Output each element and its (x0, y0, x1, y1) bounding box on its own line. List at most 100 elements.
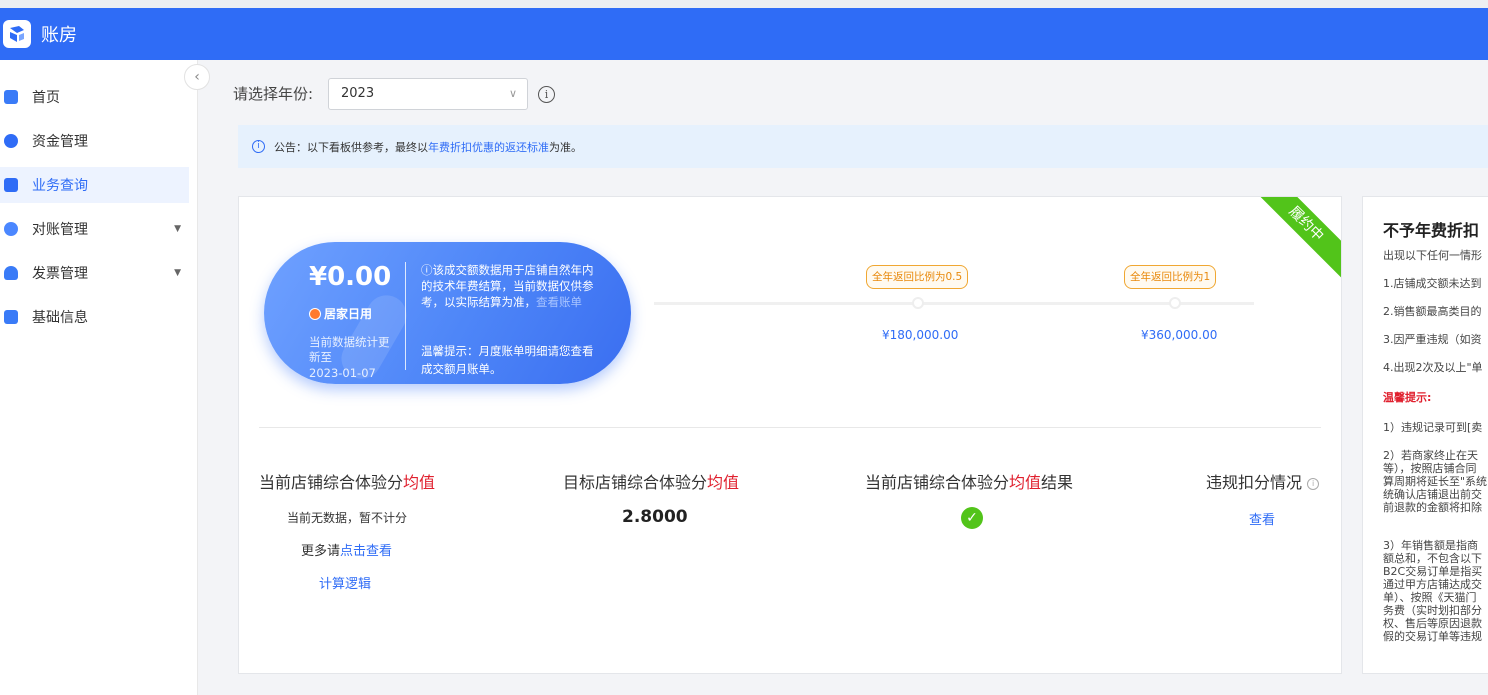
calc-logic-link[interactable]: 计算逻辑 (319, 573, 371, 592)
target-score-title: 目标店铺综合体验分均值 (563, 469, 739, 493)
panel-intro: 出现以下任何一情形 (1383, 249, 1482, 262)
info-icon: i (252, 140, 265, 153)
no-data-text: 当前无数据，暂不计分 (287, 511, 408, 525)
milestone-value: ¥360,000.00 (1141, 328, 1218, 342)
year-label: 请选择年份: (233, 85, 314, 103)
main-content: 请选择年份: 2023 ∨ i i 公告：以下看板供参考，最终以 年费折扣优惠的返… (218, 60, 1488, 695)
category-badge: 居家日用 (309, 305, 372, 322)
title-text: 目标店铺综合体验分 (563, 473, 708, 492)
tip-line: 1）违规记录可到[卖 (1383, 421, 1483, 434)
sidebar-item-basic-info[interactable]: 基础信息 (0, 299, 189, 335)
app-logo-icon[interactable] (3, 20, 31, 48)
sidebar-item-funds[interactable]: 资金管理 (0, 123, 189, 159)
tip-line: 前退款的金额将扣除 (1383, 501, 1482, 514)
title-text: 当前店铺综合体验分 (259, 473, 404, 492)
notice-link[interactable]: 年费折扣优惠的返还标准 (428, 139, 549, 155)
caret-down-icon: ▼ (174, 268, 181, 278)
rule-item: 4.出现2次及以上"单 (1383, 361, 1483, 374)
title-text: 违规扣分情况 (1206, 473, 1303, 492)
no-discount-panel: 不予年费折扣 出现以下任何一情形 1.店铺成交额未达到 2.销售额最高类目的 3… (1362, 196, 1488, 674)
caret-down-icon: ▼ (174, 224, 181, 234)
divider (259, 427, 1321, 428)
violation-title: 违规扣分情况 i (1206, 469, 1320, 493)
tip-line: 额总和，不包含以下 (1383, 552, 1482, 565)
update-date: 2023-01-07 (309, 366, 376, 380)
sidebar-item-business-query[interactable]: 业务查询 (0, 167, 189, 203)
notice-suffix: 为准。 (549, 140, 582, 154)
chevron-down-icon: ∨ (508, 87, 517, 100)
tip-line: B2C交易订单是指买 (1383, 565, 1483, 578)
tip-line: 务费（实时划扣部分 (1383, 604, 1482, 617)
funds-icon (4, 134, 18, 148)
title-text: 当前店铺综合体验分 (865, 473, 1010, 492)
app-title: 账房 (41, 25, 77, 46)
view-bill-link[interactable]: 查看账单 (536, 295, 582, 309)
status-ribbon: 履约中 (1250, 197, 1341, 280)
score-result-title: 当前店铺综合体验分均值结果 (865, 469, 1073, 493)
tip-title: 温馨提示: (1383, 391, 1432, 404)
chevron-left-icon: ‹ (194, 69, 200, 85)
tip-line: 通过甲方店铺达成交 (1383, 578, 1482, 591)
sidebar-item-label: 发票管理 (32, 266, 88, 282)
category-label: 居家日用 (324, 307, 373, 321)
current-score-title: 当前店铺综合体验分均值 (259, 469, 435, 493)
milestone-value: ¥180,000.00 (882, 328, 959, 342)
year-select[interactable]: 2023 ∨ (328, 78, 528, 110)
invoice-icon (4, 266, 18, 280)
sidebar: 首页 资金管理 业务查询 对账管理 ▼ 发票管理 ▼ 基础信息 (0, 60, 198, 695)
sidebar-item-invoice[interactable]: 发票管理 ▼ (0, 255, 189, 291)
milestone-node (1169, 297, 1181, 309)
update-label: 当前数据统计更新至 (309, 335, 390, 364)
sales-note: ⓘ该成交额数据用于店铺自然年内的技术年费结算，当前数据仅供参考，以实际结算为准，… (421, 262, 596, 310)
sidebar-item-label: 首页 (32, 90, 60, 106)
target-score-value: 2.8000 (622, 507, 688, 527)
tip-line: 统确认店铺退出前交 (1383, 488, 1482, 501)
tip-line: 2）若商家终止在天 (1383, 449, 1478, 462)
milestone-tip: 全年返回比例为1 (1124, 265, 1217, 289)
sidebar-item-label: 基础信息 (32, 310, 88, 326)
tip-line: 假的交易订单等违规 (1383, 630, 1482, 643)
divider (405, 262, 406, 370)
home-icon (4, 90, 18, 104)
info-icon[interactable]: i (538, 86, 555, 103)
check-circle-icon: ✓ (961, 507, 983, 529)
folder-icon (4, 178, 18, 192)
tip-line: 权、售后等原因退款 (1383, 617, 1482, 630)
panel-title: 不予年费折扣 (1383, 221, 1480, 240)
more-info: 更多请点击查看 (301, 540, 392, 559)
rule-item: 3.因严重违规（如资 (1383, 333, 1482, 346)
sidebar-collapse-button[interactable]: ‹ (184, 64, 210, 90)
notice-prefix: 公告：以下看板供参考，最终以 (274, 140, 428, 154)
tip-line: 单）、按照《天猫门 (1383, 591, 1477, 604)
progress-track (654, 302, 1254, 305)
document-icon (4, 310, 18, 324)
tip-line: 算周期将延长至"系统 (1383, 475, 1488, 488)
monthly-tip: 温馨提示：月度账单明细请您查看成交额月账单。 (421, 344, 594, 376)
summary-card: 履约中 ¥0.00 居家日用 当前数据统计更新至 2023-01-07 ⓘ该成交… (238, 196, 1342, 674)
rule-item: 1.店铺成交额未达到 (1383, 277, 1482, 290)
title-text: 结果 (1041, 473, 1074, 492)
top-strip (0, 0, 1488, 8)
more-prefix: 更多请 (301, 544, 341, 559)
title-highlight: 均值 (1009, 473, 1042, 492)
tip-line: 等），按照店铺合同 (1383, 462, 1477, 475)
title-highlight: 均值 (707, 473, 740, 492)
milestone-node (912, 297, 924, 309)
sidebar-item-label: 业务查询 (32, 178, 88, 194)
sidebar-item-label: 对账管理 (32, 222, 88, 238)
pie-icon (309, 307, 321, 320)
view-violation-link[interactable]: 查看 (1249, 509, 1275, 528)
sidebar-item-home[interactable]: 首页 (0, 79, 189, 115)
click-to-view-link[interactable]: 点击查看 (340, 544, 392, 559)
app-header: 账房 (0, 8, 1488, 60)
sales-amount: ¥0.00 (309, 262, 392, 292)
sidebar-item-reconciliation[interactable]: 对账管理 ▼ (0, 211, 189, 247)
tip-line: 3）年销售额是指商 (1383, 539, 1478, 552)
rule-item: 2.销售额最高类目的 (1383, 305, 1482, 318)
info-icon[interactable]: i (1307, 478, 1320, 490)
notice-banner: i 公告：以下看板供参考，最终以 年费折扣优惠的返还标准 为准。 (238, 125, 1488, 168)
title-highlight: 均值 (403, 473, 436, 492)
sales-pill: ¥0.00 居家日用 当前数据统计更新至 2023-01-07 ⓘ该成交额数据用… (264, 242, 631, 384)
year-value: 2023 (341, 86, 375, 101)
sidebar-item-label: 资金管理 (32, 134, 88, 150)
